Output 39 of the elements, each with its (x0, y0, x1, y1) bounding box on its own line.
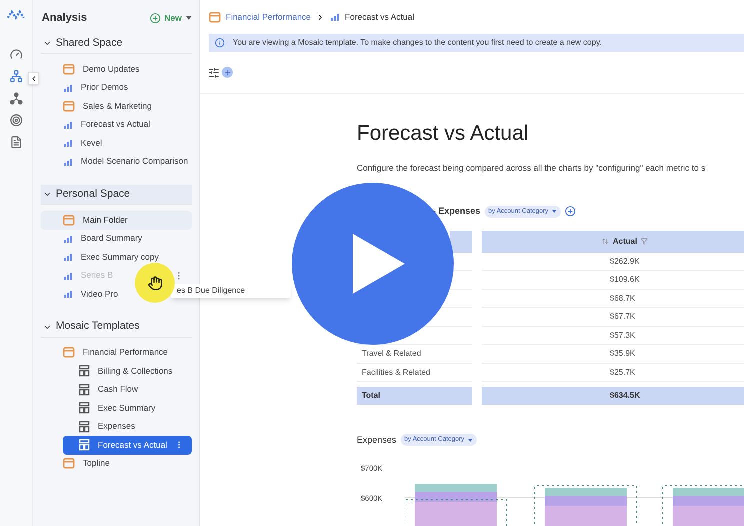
sidebar-item[interactable]: Financial Performance (41, 344, 192, 362)
sidebar-item[interactable]: Cash Flow (63, 380, 192, 399)
section-header[interactable]: Shared Space (41, 34, 192, 54)
page-title: Forecast vs Actual (357, 121, 530, 147)
info-text: You are viewing a Mosaic template. To make changes to the content you first need to create a new copy. (233, 37, 602, 49)
sidebar-item[interactable]: Prior Demos (41, 78, 192, 97)
table-cell: $25.7K (610, 366, 636, 378)
section-header[interactable]: Personal Space (41, 185, 192, 205)
sidebar-item[interactable]: Model Scenario Comparison (41, 152, 192, 171)
table-cell: $68.7K (610, 292, 636, 304)
breadcrumb-link[interactable]: Financial Performance (226, 10, 312, 24)
total-cell: $634.5K (482, 387, 744, 406)
sidebar-item[interactable]: Expenses (63, 418, 192, 436)
table-cell: $109.6K (610, 274, 640, 286)
table-cell: $262.9K (610, 256, 640, 268)
table-cell: $35.9K (610, 348, 636, 360)
table-cell: Facilities & Related (362, 366, 430, 378)
chart-title: Expenses (357, 434, 397, 447)
sidebar-item[interactable]: Forecast vs Actual (41, 116, 192, 134)
table-cell: Travel & Related (362, 348, 422, 360)
sidebar-title: Analysis (41, 10, 88, 26)
sidebar-item[interactable]: Exec Summary (63, 399, 192, 418)
breadcrumb-current: Forecast vs Actual (345, 10, 414, 24)
section-header[interactable]: Mosaic Templates (41, 318, 192, 338)
sidebar-item[interactable]: Kevel (41, 134, 192, 152)
table-cell: $57.3K (610, 330, 636, 342)
sidebar-item[interactable]: Sales & Marketing (41, 97, 192, 116)
page-description: Configure the forecast being compared across all the charts by "configuring" each metric to s (357, 162, 707, 175)
table-cell: $67.7K (610, 311, 636, 323)
sidebar-item[interactable]: Forecast vs Actual (63, 436, 192, 454)
sidebar-item[interactable]: Board Summary (41, 230, 192, 248)
sidebar-item[interactable]: Main Folder (41, 211, 192, 230)
drag-tooltip: es B Due Diligence (171, 284, 291, 298)
sidebar-item[interactable]: Exec Summary copy (41, 248, 192, 266)
sidebar-item[interactable]: Billing & Collections (63, 362, 192, 380)
total-cell: Total (357, 387, 472, 406)
sidebar-item[interactable]: Topline (41, 454, 192, 473)
column-header[interactable]: Actual (482, 230, 744, 253)
sidebar-item[interactable]: Demo Updates (41, 60, 192, 78)
